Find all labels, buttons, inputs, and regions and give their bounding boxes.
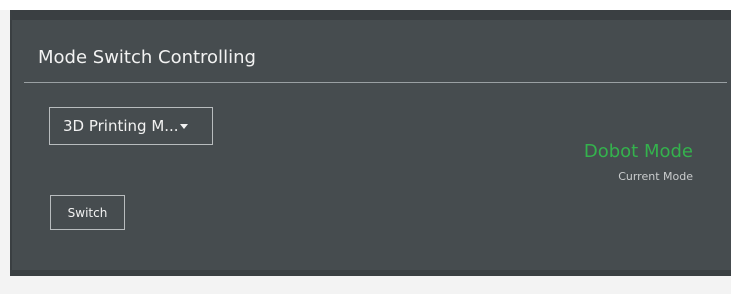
panel-title: Mode Switch Controlling [38, 47, 256, 68]
mode-select-value: 3D Printing M... [63, 117, 179, 135]
mode-switch-panel: Mode Switch Controlling 3D Printing M...… [12, 20, 731, 270]
top-strip [0, 0, 731, 10]
mode-select[interactable]: 3D Printing M... [49, 107, 213, 145]
caret-down-icon [179, 123, 188, 129]
current-mode-label: Current Mode [618, 170, 693, 183]
switch-button[interactable]: Switch [50, 195, 125, 230]
current-mode-status: Dobot Mode Current Mode [584, 141, 693, 184]
title-divider [24, 82, 727, 83]
current-mode-value: Dobot Mode [583, 141, 693, 162]
